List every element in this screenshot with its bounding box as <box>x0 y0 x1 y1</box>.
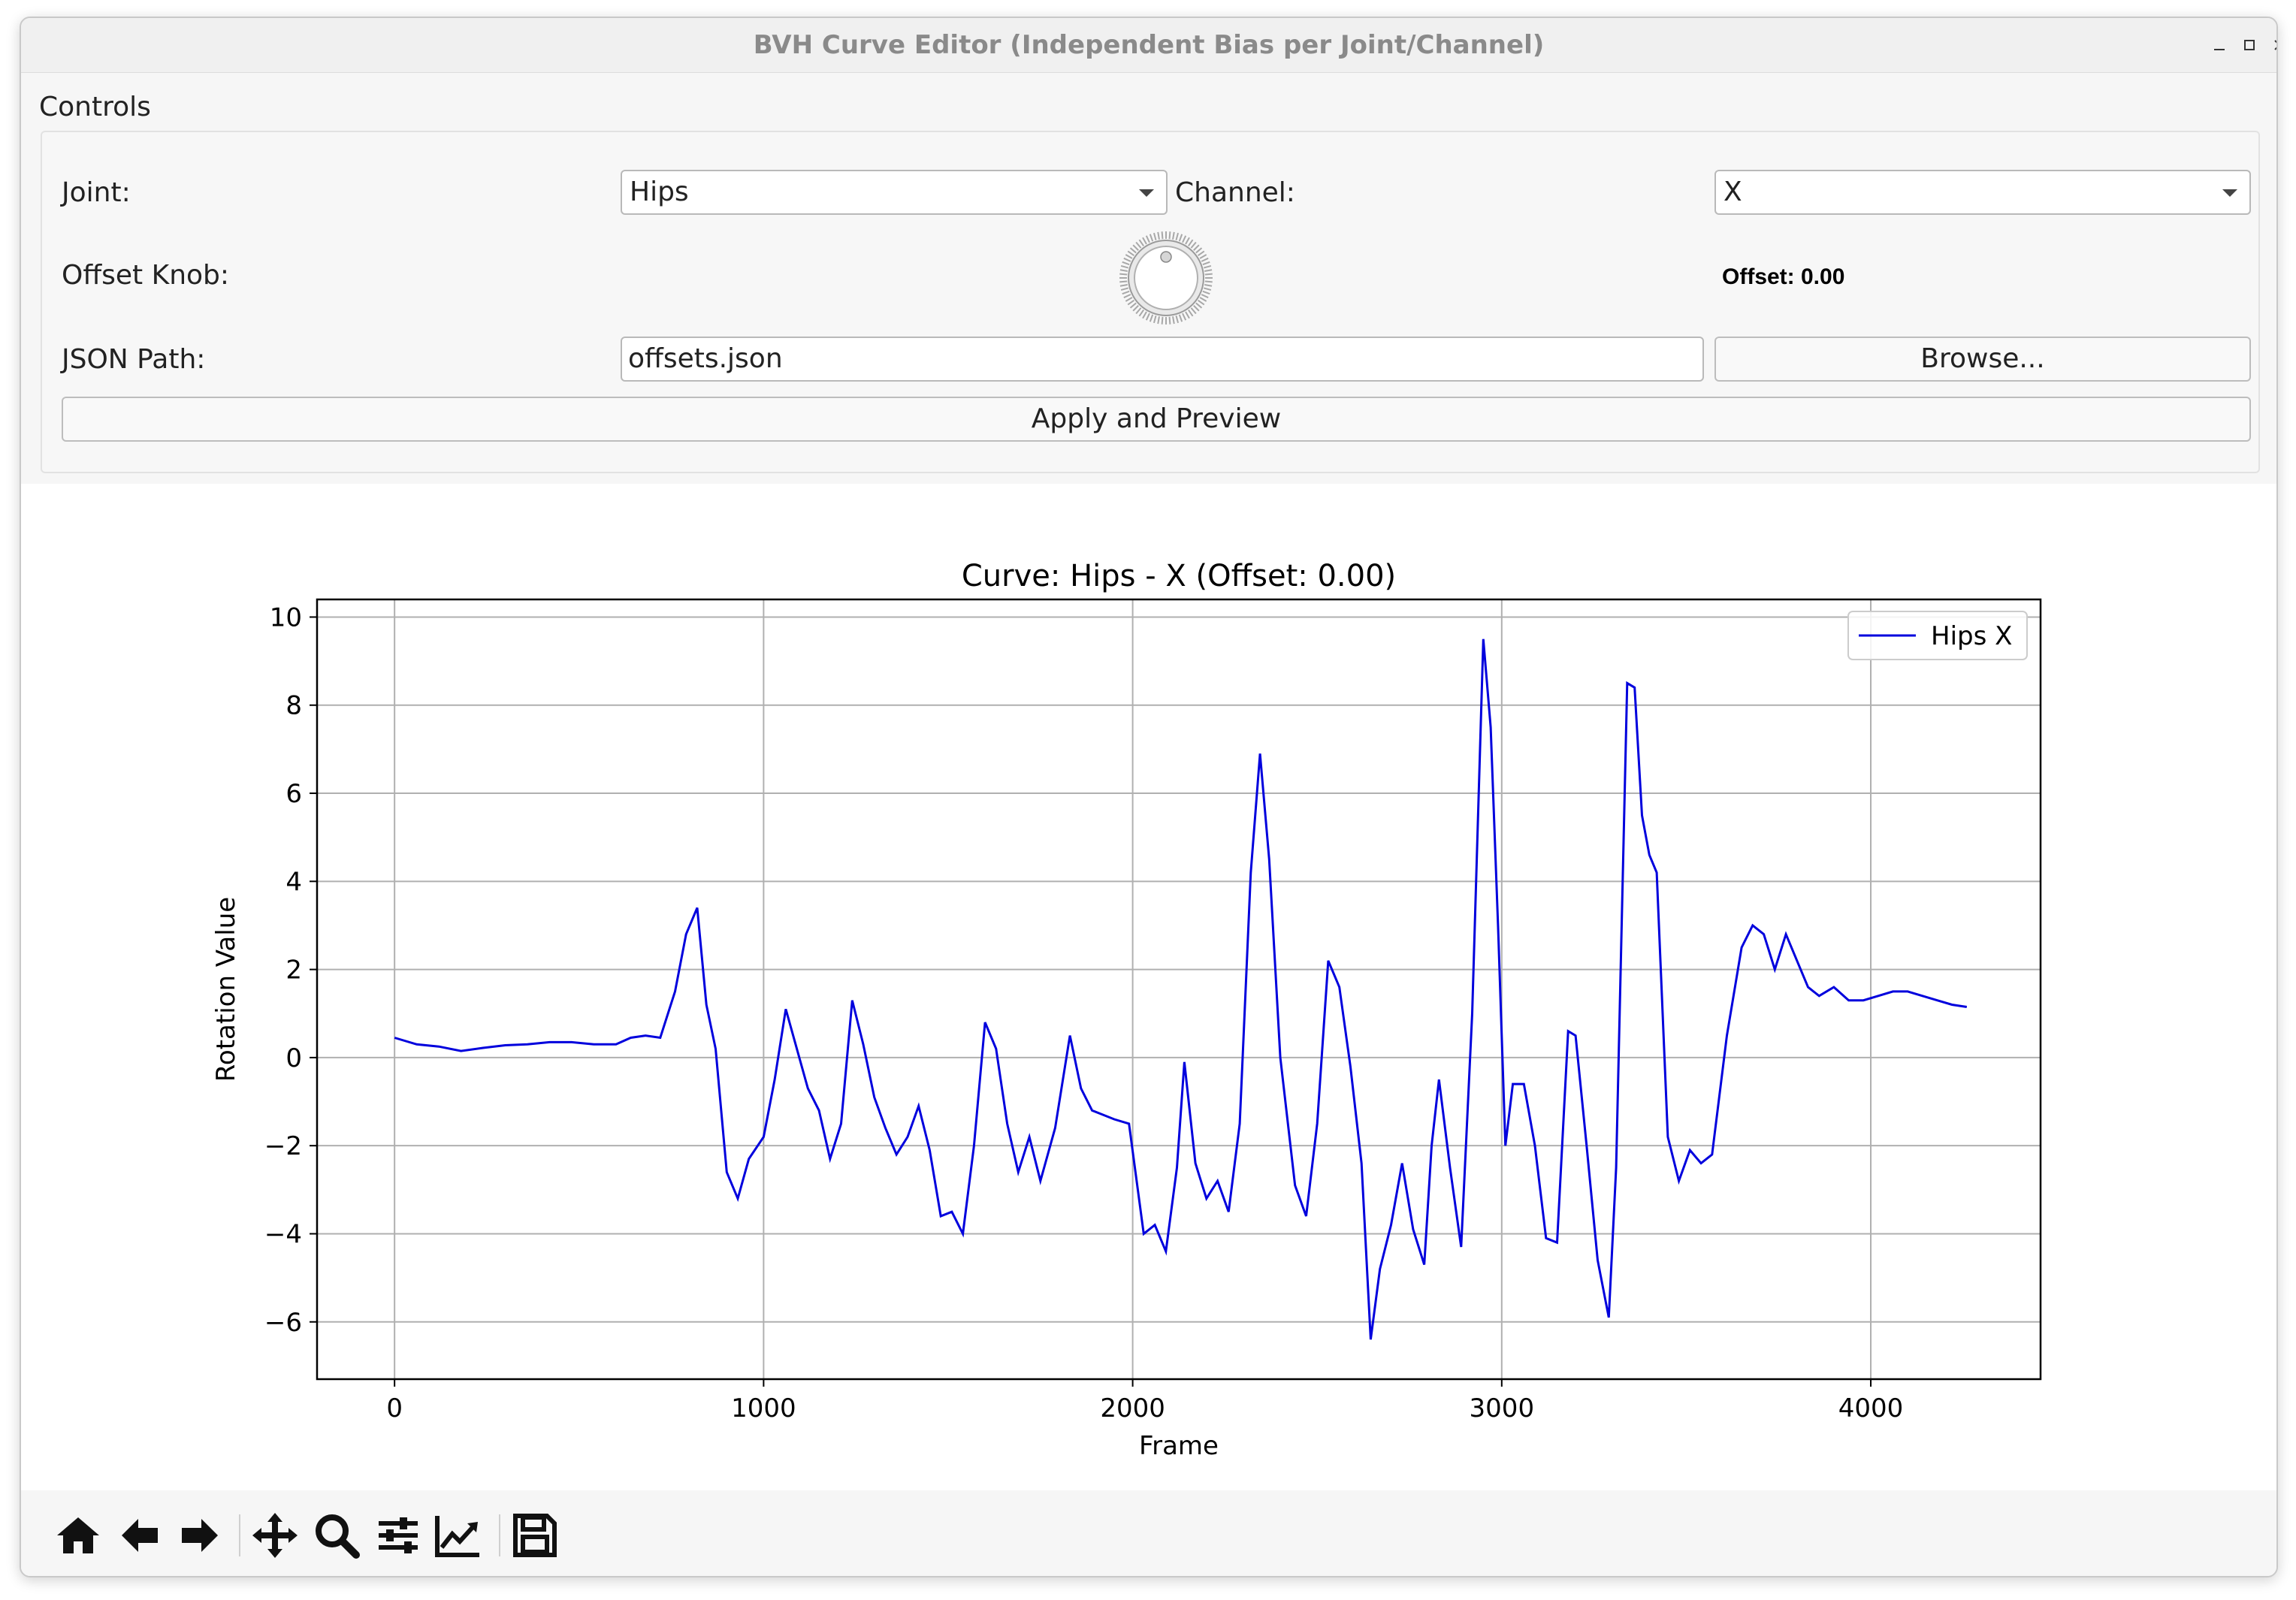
controls-group-title: Controls <box>39 92 151 122</box>
curve-chart: 0 1000 2000 3000 4000 10 8 6 4 2 0 −2 −4 −6 Curve: Hi… <box>211 559 2042 1461</box>
channel-select-value: X <box>1724 177 1742 207</box>
y-tick-label: 4 <box>285 867 302 897</box>
plot-toolbar <box>21 1490 2276 1576</box>
home-icon[interactable] <box>54 1511 102 1559</box>
configure-subplots-icon[interactable] <box>374 1511 422 1559</box>
app-window: BVH Curve Editor (Independent Bias per J… <box>20 17 2278 1577</box>
offset-knob-label: Offset Knob: <box>62 260 230 291</box>
minimize-icon <box>2214 49 2225 50</box>
channel-label: Channel: <box>1175 177 1295 208</box>
y-tick-label: 10 <box>270 602 302 632</box>
title-bar[interactable]: BVH Curve Editor (Independent Bias per J… <box>21 18 2276 73</box>
chevron-down-icon <box>2222 189 2237 197</box>
back-icon[interactable] <box>116 1511 164 1559</box>
save-icon[interactable] <box>511 1511 559 1559</box>
toolbar-separator <box>499 1514 500 1556</box>
zoom-icon[interactable] <box>313 1511 361 1559</box>
joint-label: Joint: <box>62 177 131 208</box>
window-title: BVH Curve Editor (Independent Bias per J… <box>753 30 1545 60</box>
x-axis-label: Frame <box>1139 1431 1219 1461</box>
joint-select[interactable]: Hips <box>621 170 1168 215</box>
y-tick-label: 8 <box>285 691 302 721</box>
offset-value: Offset: 0.00 <box>1722 264 1845 289</box>
y-axis-label: Rotation Value <box>211 897 241 1082</box>
channel-select[interactable]: X <box>1714 170 2251 215</box>
controls-group: Joint: Hips Channel: X Offset Knob: Offs… <box>41 131 2260 473</box>
edit-axis-icon[interactable] <box>434 1511 482 1559</box>
toolbar-separator <box>239 1514 240 1556</box>
y-tick-label: −6 <box>264 1308 302 1338</box>
maximize-icon <box>2244 40 2255 50</box>
close-icon <box>2274 40 2276 50</box>
offset-knob[interactable] <box>1116 228 1216 328</box>
x-tick-label: 4000 <box>1838 1393 1904 1423</box>
legend-label: Hips X <box>1931 621 2012 651</box>
x-tick-label: 3000 <box>1470 1393 1535 1423</box>
browse-button[interactable]: Browse... <box>1714 337 2251 382</box>
y-tick-label: −2 <box>264 1131 302 1161</box>
maximize-button[interactable] <box>2236 32 2263 59</box>
knob-indicator <box>1160 251 1172 263</box>
chevron-down-icon <box>1139 189 1154 197</box>
x-tick-label: 2000 <box>1100 1393 1165 1423</box>
x-tick-label: 0 <box>386 1393 403 1423</box>
legend: Hips X <box>1847 611 2028 660</box>
json-path-input[interactable]: offsets.json <box>621 337 1704 382</box>
close-button[interactable] <box>2266 32 2276 59</box>
y-tick-label: 0 <box>285 1043 302 1073</box>
apply-preview-button[interactable]: Apply and Preview <box>62 397 2251 442</box>
forward-icon[interactable] <box>176 1511 224 1559</box>
json-path-label: JSON Path: <box>62 344 206 375</box>
minimize-button[interactable] <box>2206 32 2233 59</box>
x-tick-label: 1000 <box>731 1393 796 1423</box>
y-tick-label: 2 <box>285 955 302 986</box>
plot-canvas[interactable]: 0 1000 2000 3000 4000 10 8 6 4 2 0 −2 −4 −6 Curve: Hi… <box>21 484 2276 1490</box>
joint-select-value: Hips <box>630 177 689 207</box>
axes-frame <box>316 598 2042 1381</box>
y-tick-label: −4 <box>264 1219 302 1249</box>
chart-title: Curve: Hips - X (Offset: 0.00) <box>962 559 1396 593</box>
pan-icon[interactable] <box>251 1511 299 1559</box>
y-tick-label: 6 <box>285 779 302 809</box>
